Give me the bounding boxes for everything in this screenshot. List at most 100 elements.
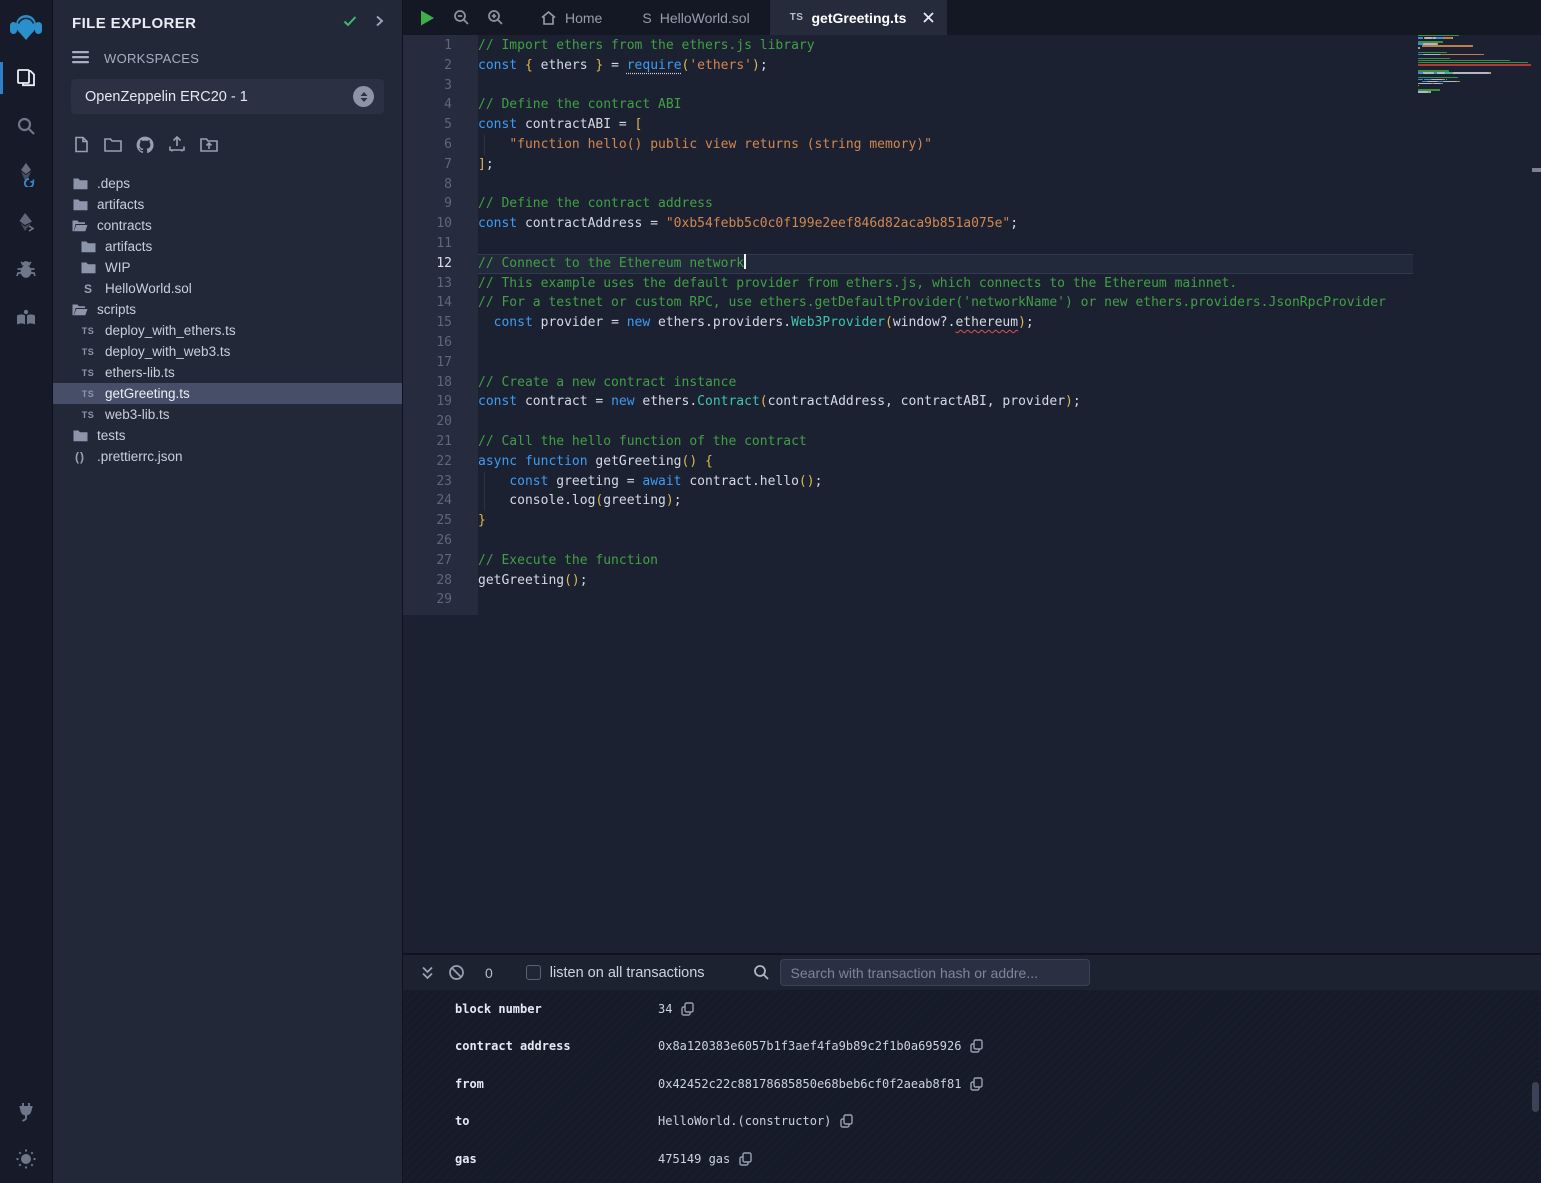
learneth-icon[interactable]	[0, 294, 53, 342]
code-text: // Import ethers from the ethers.js libr…	[478, 36, 1413, 56]
tree-item-web3-lib-ts[interactable]: TSweb3-lib.ts	[53, 404, 402, 425]
tree-item-tests[interactable]: tests	[53, 425, 402, 446]
tree-item-scripts[interactable]: scripts	[53, 299, 402, 320]
tab-helloworld-sol[interactable]: SHelloWorld.sol	[622, 0, 769, 35]
plugin-manager-icon[interactable]	[0, 1087, 53, 1135]
clone-github-icon[interactable]	[135, 135, 155, 160]
workspace-select[interactable]: OpenZeppelin ERC20 - 1	[71, 79, 384, 114]
tree-item-ethers-lib-ts[interactable]: TSethers-lib.ts	[53, 362, 402, 383]
terminal-search-input[interactable]	[780, 959, 1090, 986]
code-text	[478, 412, 1413, 432]
tree-item-label: WIP	[105, 260, 131, 275]
code-text	[478, 234, 1413, 254]
copy-icon[interactable]	[970, 1077, 983, 1091]
tree-item-label: deploy_with_ethers.ts	[105, 323, 236, 338]
deploy-run-icon[interactable]	[0, 198, 53, 246]
tree-item-deploy-with-web3-ts[interactable]: TSdeploy_with_web3.ts	[53, 341, 402, 362]
line-number: 10	[403, 214, 465, 234]
upload-folder-icon[interactable]	[199, 135, 219, 160]
file-explorer-toolbar	[53, 114, 402, 160]
tab-home[interactable]: Home	[520, 0, 622, 35]
terminal-scrollbar-handle[interactable]	[1532, 1082, 1539, 1112]
tree-item--prettierrc-json[interactable]: ().prettierrc.json	[53, 446, 402, 467]
code-line-21: 21 // Call the hello function of the cont…	[403, 432, 1413, 452]
code-line-25: 25}	[403, 511, 1413, 531]
tree-item--deps[interactable]: .deps	[53, 173, 402, 194]
code-text: async function getGreeting() {	[478, 452, 1413, 472]
code-text	[478, 76, 1413, 96]
code-line-10: 10 const contractAddress = "0xb54febb5c0c…	[403, 214, 1413, 234]
editor-scrollbar-marker[interactable]	[1532, 168, 1541, 172]
tree-item-label: HelloWorld.sol	[105, 281, 192, 296]
line-number: 29	[403, 590, 465, 610]
tree-item-helloworld-sol[interactable]: SHelloWorld.sol	[53, 278, 402, 299]
collapse-panel-chevron-icon[interactable]	[372, 14, 386, 33]
solidity-compiler-icon[interactable]	[0, 150, 53, 198]
code-line-8: 8	[403, 175, 1413, 195]
code-text	[478, 175, 1413, 195]
code-line-3: 3	[403, 76, 1413, 96]
run-script-play-icon[interactable]	[419, 9, 436, 27]
code-editor[interactable]: 1// Import ethers from the ethers.js lib…	[403, 35, 1541, 953]
code-text: const { ethers } = require('ethers');	[478, 56, 1413, 76]
minimap[interactable]	[1418, 35, 1533, 99]
tree-item-getgreeting-ts[interactable]: TSgetGreeting.ts	[53, 383, 402, 404]
upload-file-icon[interactable]	[167, 135, 187, 160]
code-text: // Define the contract ABI	[478, 95, 1413, 115]
panel-title: FILE EXPLORER	[72, 15, 328, 32]
listen-transactions-checkbox[interactable]	[526, 965, 541, 980]
tree-item-wip[interactable]: WIP	[53, 257, 402, 278]
new-folder-icon[interactable]	[103, 135, 123, 160]
code-text: const contractAddress = "0xb54febb5c0c0f…	[478, 214, 1413, 234]
tab-getgreeting-ts[interactable]: TSgetGreeting.ts	[770, 0, 948, 35]
settings-icon[interactable]	[0, 1135, 53, 1183]
tree-item-label: artifacts	[97, 197, 144, 212]
tree-item-label: getGreeting.ts	[105, 386, 190, 401]
tree-item-artifacts[interactable]: artifacts	[53, 194, 402, 215]
accept-check-icon[interactable]	[342, 13, 358, 34]
code-line-16: 16	[403, 333, 1413, 353]
copy-icon[interactable]	[970, 1039, 983, 1053]
line-number: 17	[403, 353, 465, 373]
search-icon[interactable]	[0, 102, 53, 150]
clear-console-icon[interactable]	[448, 964, 465, 981]
tree-item-contracts[interactable]: contracts	[53, 215, 402, 236]
terminal-row-key: gas	[455, 1152, 658, 1166]
collapse-terminal-icon[interactable]	[420, 965, 435, 981]
new-file-icon[interactable]	[72, 135, 91, 160]
line-number: 16	[403, 333, 465, 353]
line-number: 5	[403, 115, 465, 135]
listen-transactions-label: listen on all transactions	[550, 965, 705, 981]
code-text: "function hello() public view returns (s…	[478, 135, 1413, 155]
code-line-26: 26	[403, 531, 1413, 551]
line-number: 21	[403, 432, 465, 452]
terminal-row-block-number: block number34	[403, 990, 1541, 1028]
close-tab-icon[interactable]	[922, 11, 935, 24]
copy-icon[interactable]	[681, 1002, 694, 1016]
workspaces-menu-icon[interactable]	[72, 50, 89, 67]
code-text: // Call the hello function of the contra…	[478, 432, 1413, 452]
terminal-output: block number34contract address0x8a120383…	[403, 990, 1541, 1183]
copy-icon[interactable]	[840, 1114, 853, 1128]
code-text: const contractABI = [	[478, 115, 1413, 135]
copy-icon[interactable]	[739, 1152, 752, 1166]
zoom-in-icon[interactable]	[487, 9, 504, 26]
tree-item-deploy-with-ethers-ts[interactable]: TSdeploy_with_ethers.ts	[53, 320, 402, 341]
tree-item-label: deploy_with_web3.ts	[105, 344, 230, 359]
code-line-20: 20	[403, 412, 1413, 432]
file-tree: .depsartifactscontractsartifactsWIPSHell…	[53, 173, 402, 467]
remix-logo-icon[interactable]	[0, 0, 53, 54]
ts-tab-icon: TS	[790, 12, 804, 23]
code-line-14: 14// For a testnet or custom RPC, use et…	[403, 293, 1413, 313]
folder-file-icon	[80, 240, 96, 253]
debugger-icon[interactable]	[0, 246, 53, 294]
zoom-out-icon[interactable]	[453, 9, 470, 26]
file-explorer-icon[interactable]	[0, 54, 53, 102]
code-text: // Create a new contract instance	[478, 373, 1413, 393]
tree-item-artifacts[interactable]: artifacts	[53, 236, 402, 257]
solidity-tab-icon: S	[642, 10, 651, 26]
terminal-row-to: toHelloWorld.(constructor)	[403, 1103, 1541, 1141]
workspace-selected-value: OpenZeppelin ERC20 - 1	[85, 89, 353, 105]
workspace-sort-arrows-icon	[353, 86, 374, 107]
code-text: // For a testnet or custom RPC, use ethe…	[478, 293, 1413, 313]
